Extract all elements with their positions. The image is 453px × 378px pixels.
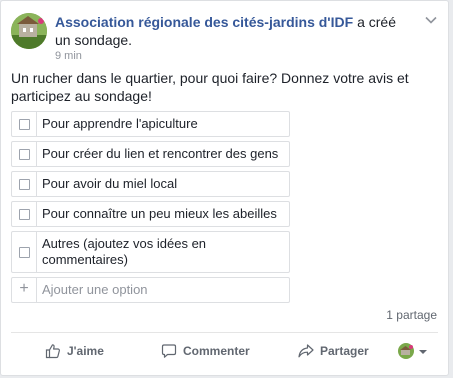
poll-option-label: Pour apprendre l'apiculture [42, 116, 198, 131]
share-label: Partager [320, 344, 369, 358]
poll-option-label: Autres (ajoutez vos idées en commentaire… [42, 236, 207, 267]
poll-option[interactable]: Pour apprendre l'apiculture [11, 111, 290, 137]
post-header: Association régionale des cités-jardins … [55, 13, 415, 49]
poll-option[interactable]: Pour créer du lien et rencontrer des gen… [11, 141, 290, 167]
poll-checkbox[interactable] [19, 179, 30, 190]
poll-checkbox[interactable] [19, 149, 30, 160]
comment-icon [161, 344, 177, 358]
like-button[interactable]: J'aime [45, 337, 135, 365]
poll-option[interactable]: Autres (ajoutez vos idées en commentaire… [11, 231, 290, 273]
share-count[interactable]: 1 partage [386, 308, 437, 322]
author-link[interactable]: Association régionale des cités-jardins … [55, 14, 353, 30]
thumbs-up-icon [45, 344, 60, 359]
divider [11, 332, 438, 333]
post-card: Association régionale des cités-jardins … [0, 0, 449, 376]
plus-icon: + [12, 278, 37, 302]
poll-checkbox[interactable] [19, 247, 30, 258]
post-as-selector[interactable] [398, 343, 432, 359]
post-message: Un rucher dans le quartier, pour quoi fa… [11, 70, 409, 104]
poll-options: Pour apprendre l'apiculture Pour créer d… [11, 111, 290, 307]
page-avatar-image [11, 13, 47, 49]
caret-down-icon [419, 350, 427, 354]
poll-option-label: Pour créer du lien et rencontrer des gen… [42, 146, 279, 161]
share-button[interactable]: Partager [298, 337, 378, 365]
add-option-placeholder: Ajouter une option [42, 282, 148, 297]
comment-label: Commenter [183, 344, 250, 358]
like-label: J'aime [67, 344, 104, 358]
share-arrow-icon [298, 344, 314, 358]
poll-option[interactable]: Pour avoir du miel local [11, 171, 290, 197]
comment-button[interactable]: Commenter [161, 337, 271, 365]
poll-option-label: Pour avoir du miel local [42, 176, 178, 191]
poll-option-label: Pour connaître un peu mieux les abeilles [42, 206, 277, 221]
page-mini-avatar [398, 343, 414, 359]
poll-checkbox[interactable] [19, 119, 30, 130]
chevron-down-icon[interactable] [424, 13, 438, 27]
page-avatar[interactable] [11, 13, 47, 49]
poll-checkbox[interactable] [19, 209, 30, 220]
post-timestamp[interactable]: 9 min [55, 50, 82, 62]
action-bar: J'aime Commenter Partager [11, 337, 438, 365]
poll-option[interactable]: Pour connaître un peu mieux les abeilles [11, 201, 290, 227]
add-option-field[interactable]: + Ajouter une option [11, 277, 290, 303]
